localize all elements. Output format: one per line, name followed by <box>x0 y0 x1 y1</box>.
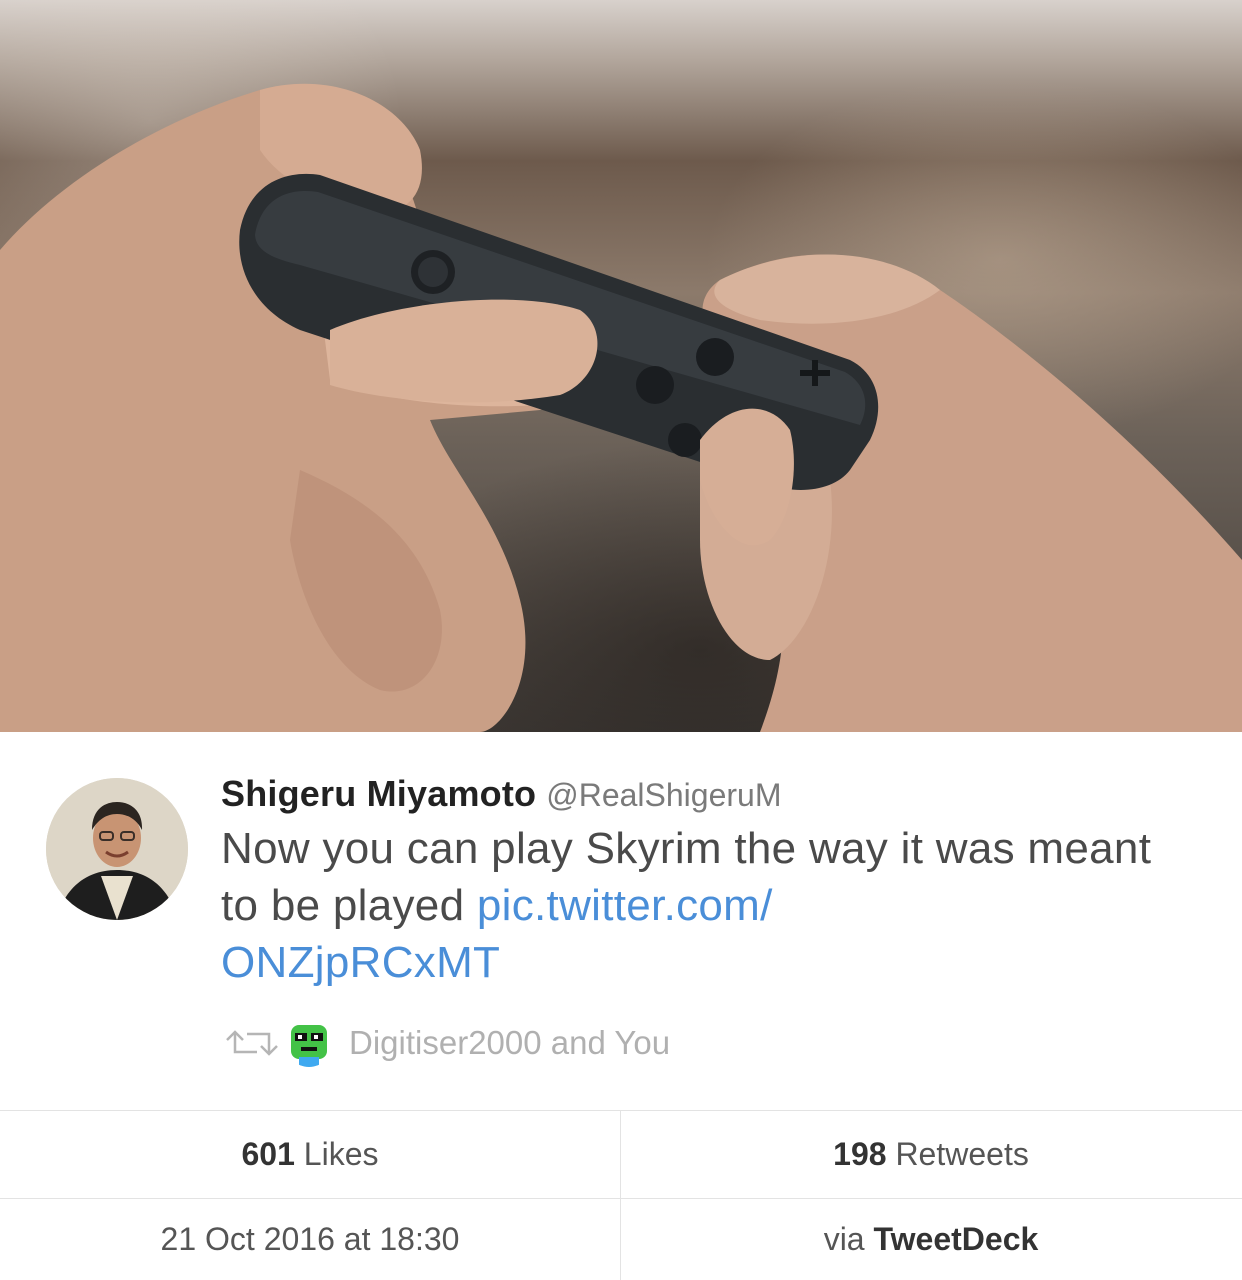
avatar-portrait-illustration <box>46 778 188 920</box>
tweet-timestamp: 21 Oct 2016 at 18:30 <box>0 1199 620 1280</box>
tweet-card: Shigeru Miyamoto @RealShigeruM Now you ca… <box>0 732 1242 1110</box>
profile-avatar[interactable] <box>46 778 188 920</box>
author-handle[interactable]: @RealShigeruM <box>546 777 781 813</box>
likes-count: 601 <box>241 1136 295 1172</box>
author-display-name[interactable]: Shigeru Miyamoto <box>221 773 536 814</box>
retweets-count-button[interactable]: 198 Retweets <box>621 1111 1241 1198</box>
via-prefix: via <box>823 1221 874 1257</box>
tweet-text: Now you can play Skyrim the way it was m… <box>221 820 1181 991</box>
timestamp-text: 21 Oct 2016 at 18:30 <box>160 1221 460 1257</box>
retweeter-avatar[interactable] <box>285 1019 333 1067</box>
likes-label: Likes <box>294 1136 379 1172</box>
retweeted-by-row[interactable]: Digitiser2000 and You <box>221 1018 670 1068</box>
author-line: Shigeru Miyamoto @RealShigeruM <box>221 774 781 815</box>
tweet-photo[interactable] <box>0 0 1242 732</box>
tweet-link-part2: ONZjpRCxMT <box>221 938 501 987</box>
retweeted-by-text: Digitiser2000 and You <box>349 1024 671 1061</box>
source-client: TweetDeck <box>873 1221 1039 1257</box>
tweet-source[interactable]: via TweetDeck <box>621 1199 1241 1280</box>
likes-count-button[interactable]: 601 Likes <box>0 1111 620 1198</box>
tweet-link-part1: pic.twitter.com/ <box>476 881 773 930</box>
tweet-stats: 601 Likes 198 Retweets 21 Oct 2016 at 18… <box>0 1110 1242 1280</box>
hands-holding-controller-illustration <box>0 83 1242 732</box>
retweets-count: 198 <box>833 1136 887 1172</box>
retweeter-avatar-image <box>285 1019 333 1067</box>
retweet-icon <box>226 1030 278 1056</box>
retweets-label: Retweets <box>886 1136 1029 1172</box>
